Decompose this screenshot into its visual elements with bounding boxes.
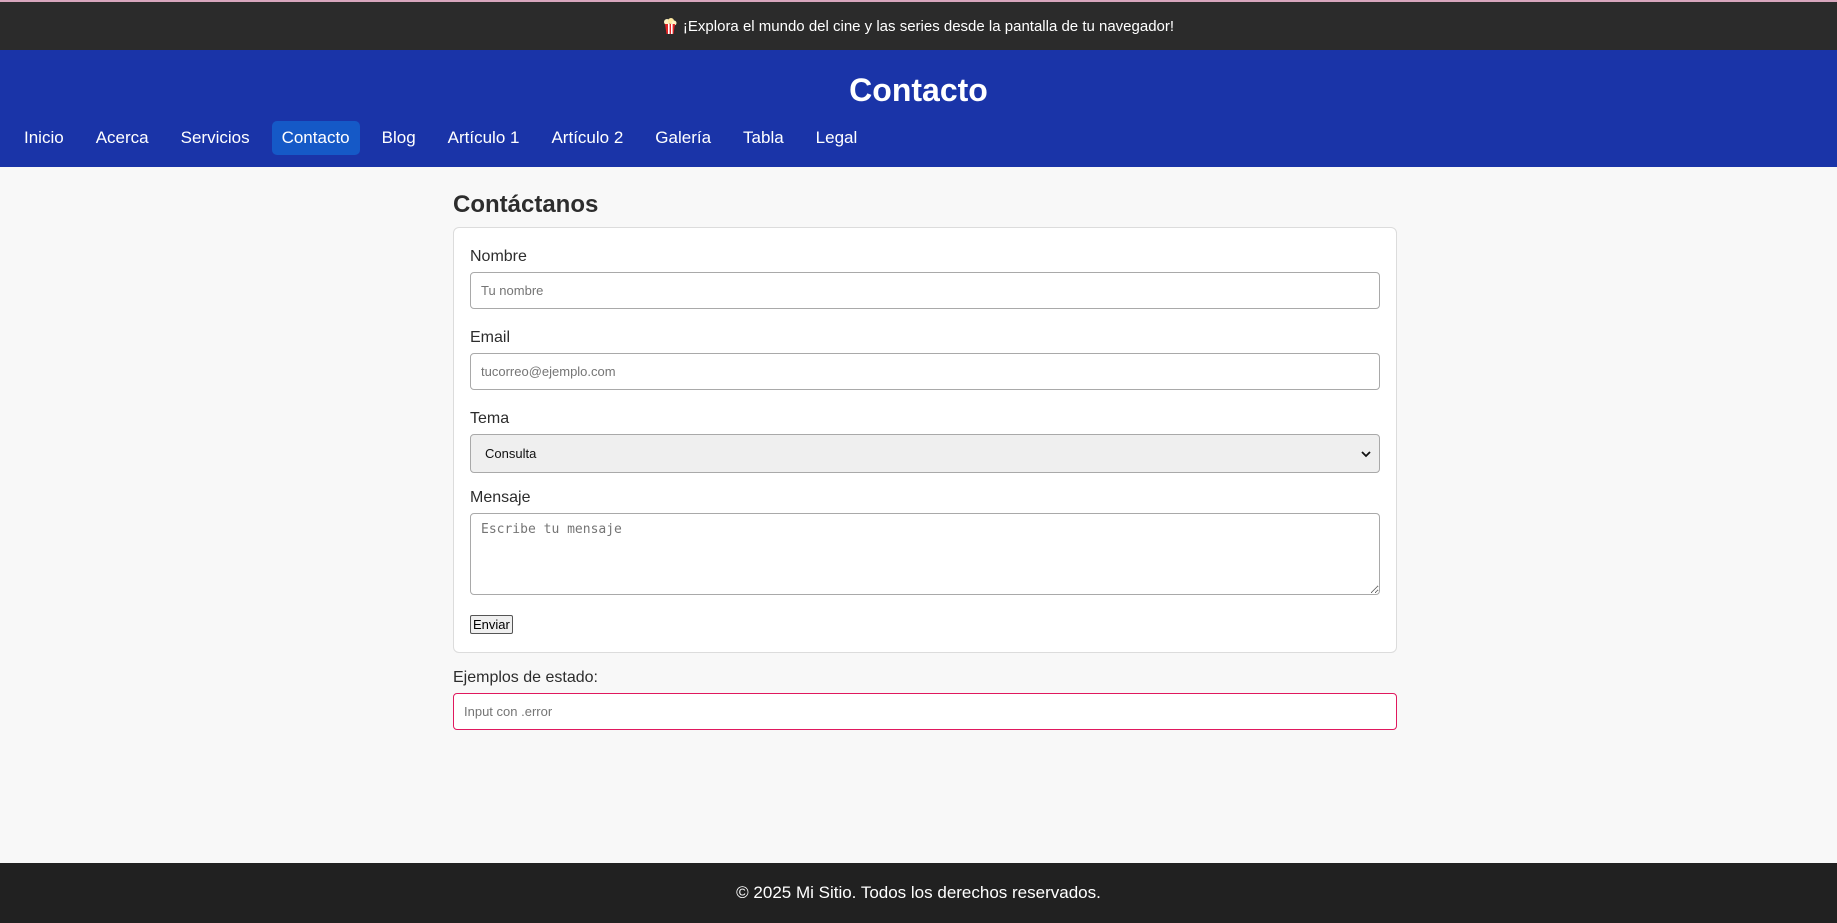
site-footer: © 2025 Mi Sitio. Todos los derechos rese…: [0, 863, 1837, 923]
main-content: Contáctanos Nombre Email Tema Consulta M…: [453, 167, 1397, 730]
popcorn-icon: [663, 18, 677, 34]
nav-item-inicio[interactable]: Inicio: [14, 121, 74, 155]
nav-item-acerca[interactable]: Acerca: [86, 121, 159, 155]
nav-item-servicios[interactable]: Servicios: [171, 121, 260, 155]
email-input[interactable]: [470, 353, 1380, 390]
topic-select[interactable]: Consulta: [470, 434, 1380, 473]
nav-item-legal[interactable]: Legal: [806, 121, 868, 155]
topic-label: Tema: [470, 410, 510, 427]
chevron-down-icon: [1361, 446, 1371, 461]
message-label: Mensaje: [470, 489, 531, 506]
error-input[interactable]: [453, 693, 1397, 730]
main-nav: Inicio Acerca Servicios Contacto Blog Ar…: [14, 121, 879, 155]
name-input[interactable]: [470, 272, 1380, 309]
contact-form-card: Nombre Email Tema Consulta Mensaje Envia…: [453, 227, 1397, 653]
topic-selected-value: Consulta: [485, 446, 537, 461]
banner-text: ¡Explora el mundo del cine y las series …: [682, 17, 1175, 35]
nav-item-articulo-1[interactable]: Artículo 1: [438, 121, 530, 155]
footer-text: © 2025 Mi Sitio. Todos los derechos rese…: [736, 883, 1101, 902]
nav-item-articulo-2[interactable]: Artículo 2: [541, 121, 633, 155]
nav-item-blog[interactable]: Blog: [372, 121, 426, 155]
status-examples-label: Ejemplos de estado:: [453, 669, 598, 686]
nav-item-tabla[interactable]: Tabla: [733, 121, 794, 155]
page-title: Contacto: [849, 72, 988, 108]
nav-item-contacto[interactable]: Contacto: [271, 121, 360, 155]
nav-item-galeria[interactable]: Galería: [645, 121, 721, 155]
submit-button[interactable]: Enviar: [470, 615, 513, 634]
promo-banner: ¡Explora el mundo del cine y las series …: [0, 2, 1837, 50]
message-textarea[interactable]: [470, 513, 1380, 595]
site-header: Contacto Inicio Acerca Servicios Contact…: [0, 50, 1837, 167]
name-label: Nombre: [470, 248, 527, 265]
form-heading: Contáctanos: [453, 191, 599, 218]
email-label: Email: [470, 329, 511, 346]
